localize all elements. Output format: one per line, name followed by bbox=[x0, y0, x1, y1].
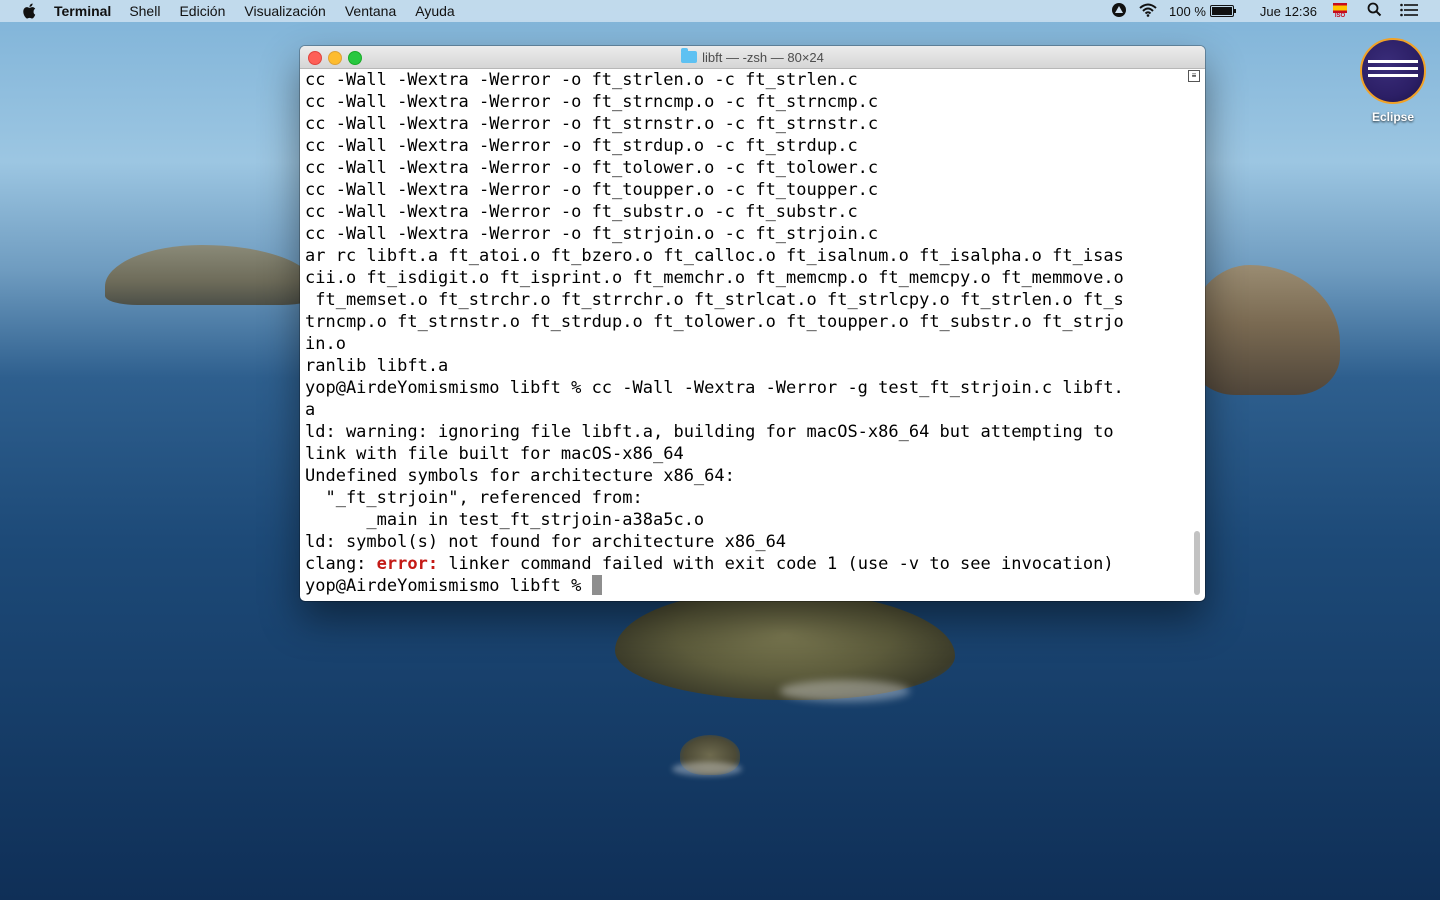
desktop-icon-label: Eclipse bbox=[1371, 110, 1415, 124]
vpn-status-icon[interactable] bbox=[1111, 2, 1127, 21]
terminal-line: ar rc libft.a ft_atoi.o ft_bzero.o ft_ca… bbox=[305, 246, 1124, 266]
spotlight-search-icon[interactable] bbox=[1367, 2, 1382, 20]
apple-menu-icon[interactable] bbox=[20, 3, 38, 19]
wallpaper-island-right bbox=[1190, 265, 1340, 395]
menu-visualizacion[interactable]: Visualización bbox=[244, 3, 325, 19]
window-title: libft — -zsh — 80×24 bbox=[702, 49, 824, 65]
error-label: error: bbox=[376, 554, 439, 574]
terminal-line: link with file built for macOS-x86_64 bbox=[305, 444, 684, 464]
menu-edicion[interactable]: Edición bbox=[179, 3, 225, 19]
terminal-line: cc -Wall -Wextra -Werror -o ft_tolower.o… bbox=[305, 158, 879, 178]
eclipse-icon bbox=[1360, 38, 1426, 104]
terminal-line: cc -Wall -Wextra -Werror -o ft_strnstr.o… bbox=[305, 114, 879, 134]
folder-icon bbox=[681, 48, 698, 63]
wallpaper-island-center bbox=[615, 590, 955, 700]
desktop-icon-eclipse[interactable]: Eclipse bbox=[1360, 38, 1426, 124]
battery-icon bbox=[1209, 5, 1236, 17]
window-title-area: libft — -zsh — 80×24 bbox=[300, 46, 1205, 68]
terminal-line: ft_memset.o ft_strchr.o ft_strrchr.o ft_… bbox=[305, 290, 1124, 310]
scrollbar-thumb[interactable] bbox=[1194, 531, 1200, 595]
menu-ayuda[interactable]: Ayuda bbox=[415, 3, 454, 19]
title-bar[interactable]: libft — -zsh — 80×24 bbox=[300, 46, 1205, 69]
terminal-line: Undefined symbols for architecture x86_6… bbox=[305, 466, 735, 486]
battery-status[interactable]: 100 % bbox=[1169, 3, 1236, 19]
menu-shell[interactable]: Shell bbox=[129, 3, 160, 19]
error-message: linker command failed with exit code 1 (… bbox=[438, 554, 1114, 574]
terminal-line: ld: warning: ignoring file libft.a, buil… bbox=[305, 422, 1114, 442]
menu-ventana[interactable]: Ventana bbox=[345, 3, 396, 19]
terminal-line: "_ft_strjoin", referenced from: bbox=[305, 488, 643, 508]
terminal-error-line: clang: error: linker command failed with… bbox=[305, 553, 1185, 575]
terminal-line: cc -Wall -Wextra -Werror -o ft_substr.o … bbox=[305, 202, 858, 222]
menu-bar: Terminal Shell Edición Visualización Ven… bbox=[0, 0, 1440, 22]
spanish-flag-icon bbox=[1333, 3, 1347, 13]
notification-center-icon[interactable] bbox=[1400, 3, 1418, 20]
terminal-line: ld: symbol(s) not found for architecture… bbox=[305, 532, 787, 552]
terminal-line: in.o bbox=[305, 334, 346, 354]
error-line-prefix: clang: bbox=[305, 554, 377, 574]
wallpaper-island-left bbox=[105, 245, 315, 305]
input-source-spanish-flag-icon[interactable]: ISO bbox=[1333, 3, 1347, 19]
terminal-line: cc -Wall -Wextra -Werror -o ft_strjoin.o… bbox=[305, 224, 879, 244]
terminal-line: _main in test_ft_strjoin-a38a5c.o bbox=[305, 510, 705, 530]
terminal-line: cc -Wall -Wextra -Werror -o ft_strdup.o … bbox=[305, 136, 858, 156]
terminal-line: trncmp.o ft_strnstr.o ft_strdup.o ft_tol… bbox=[305, 312, 1124, 332]
terminal-line: a bbox=[305, 400, 316, 420]
terminal-prompt-line[interactable]: yop@AirdeYomismismo libft % bbox=[305, 575, 1185, 597]
text-cursor bbox=[591, 575, 602, 595]
terminal-line: cii.o ft_isdigit.o ft_isprint.o ft_memch… bbox=[305, 268, 1124, 288]
shell-prompt: yop@AirdeYomismismo libft % bbox=[305, 576, 592, 596]
wallpaper-foam bbox=[672, 762, 742, 776]
terminal-line: cc -Wall -Wextra -Werror -o ft_strlen.o … bbox=[305, 70, 858, 90]
wallpaper-foam bbox=[780, 680, 910, 702]
clock[interactable]: Jue 12:36 bbox=[1260, 4, 1317, 19]
terminal-line: yop@AirdeYomismismo libft % cc -Wall -We… bbox=[305, 378, 1124, 398]
terminal-line: cc -Wall -Wextra -Werror -o ft_strncmp.o… bbox=[305, 92, 879, 112]
input-source-label: ISO bbox=[1334, 13, 1346, 19]
wifi-icon[interactable] bbox=[1139, 3, 1157, 20]
terminal-line: cc -Wall -Wextra -Werror -o ft_toupper.o… bbox=[305, 180, 879, 200]
terminal-output[interactable]: cc -Wall -Wextra -Werror -o ft_strlen.o … bbox=[305, 69, 1185, 599]
terminal-line: ranlib libft.a bbox=[305, 356, 449, 376]
terminal-window: libft — -zsh — 80×24 cc -Wall -Wextra -W… bbox=[300, 46, 1205, 601]
battery-percentage: 100 % bbox=[1169, 3, 1206, 19]
app-menu-terminal[interactable]: Terminal bbox=[54, 3, 111, 19]
scrollbar[interactable] bbox=[1191, 69, 1203, 599]
